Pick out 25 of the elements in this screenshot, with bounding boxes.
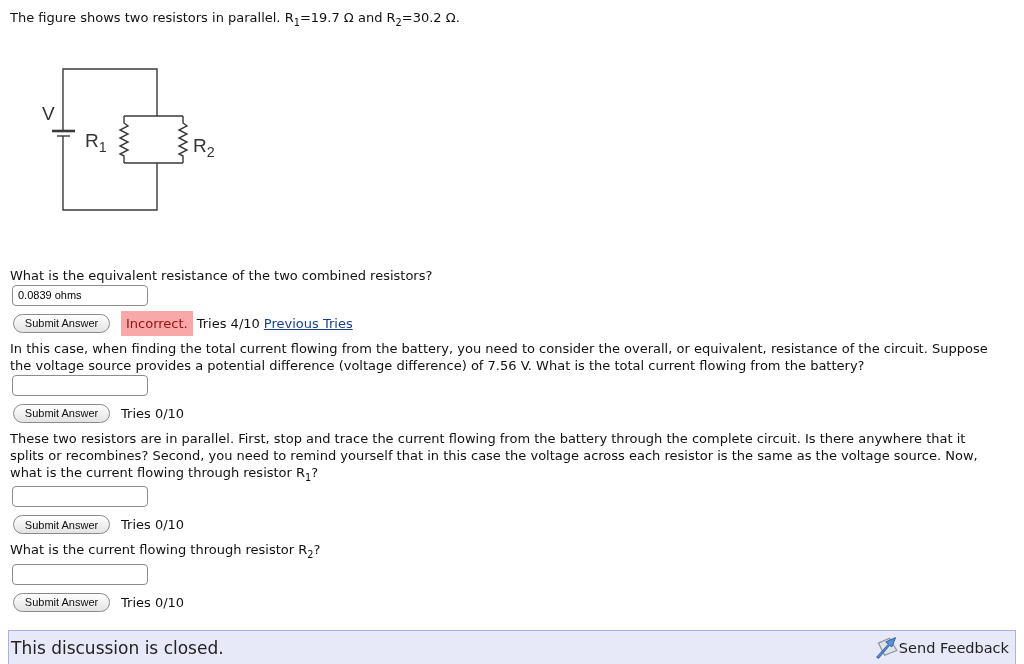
- feedback-message: Incorrect.: [121, 310, 193, 336]
- answer-field[interactable]: [12, 563, 148, 585]
- tries-text: Tries 4/10: [196, 315, 260, 331]
- tries-text: Tries 0/10: [121, 405, 185, 421]
- intro-text: The figure shows two resistors in parallel. R$_{1}$=19.7 Ω and R$_{2}$=30.2 Ω.: [10, 9, 461, 30]
- question-text: These two resistors are in parallel. First, stop and trace the current flowing from the battery through the complete circuit. Is there anywhere that it splits or recombines? Second, you need to remind yourself that in this case the voltage across each resistor is the same as the voltage source. Now, what is the current flowing through resistor R$_{1}$?: [10, 429, 979, 485]
- tries-text: Tries 0/10: [121, 517, 185, 533]
- question-text: What is the equivalent resistance of the two combined resistors?: [10, 266, 434, 284]
- answer-field[interactable]: [12, 374, 148, 396]
- circuit-label: V: [42, 103, 55, 124]
- submit-button[interactable]: Submit Answer: [13, 592, 110, 612]
- answer-field[interactable]: 0.0839 ohms: [12, 284, 148, 306]
- previous-tries-link[interactable]: Previous Tries: [263, 315, 353, 331]
- question-text: What is the current flowing through resistor R$_{2}$?: [10, 541, 322, 562]
- closed-message: This discussion is closed.: [11, 638, 224, 659]
- circuit-label: R$_{1}$: [85, 130, 107, 157]
- submit-button[interactable]: Submit Answer: [13, 313, 110, 333]
- answer-field[interactable]: [12, 486, 148, 508]
- submit-button[interactable]: Submit Answer: [13, 403, 110, 423]
- paper-arrow-icon: [875, 637, 898, 660]
- question-text: In this case, when finding the total current flowing from the battery, you need to consider the overall, or equivalent, resistance of the circuit. Suppose the voltage source provides a potential difference (voltage difference) of 7.56 V. What is the total current flowing from the battery?: [10, 339, 989, 374]
- submit-button[interactable]: Submit Answer: [13, 515, 110, 535]
- send-feedback-link[interactable]: Send Feedback: [875, 637, 1009, 660]
- circuit-label: R$_{2}$: [193, 135, 215, 162]
- tries-text: Tries 0/10: [121, 594, 185, 610]
